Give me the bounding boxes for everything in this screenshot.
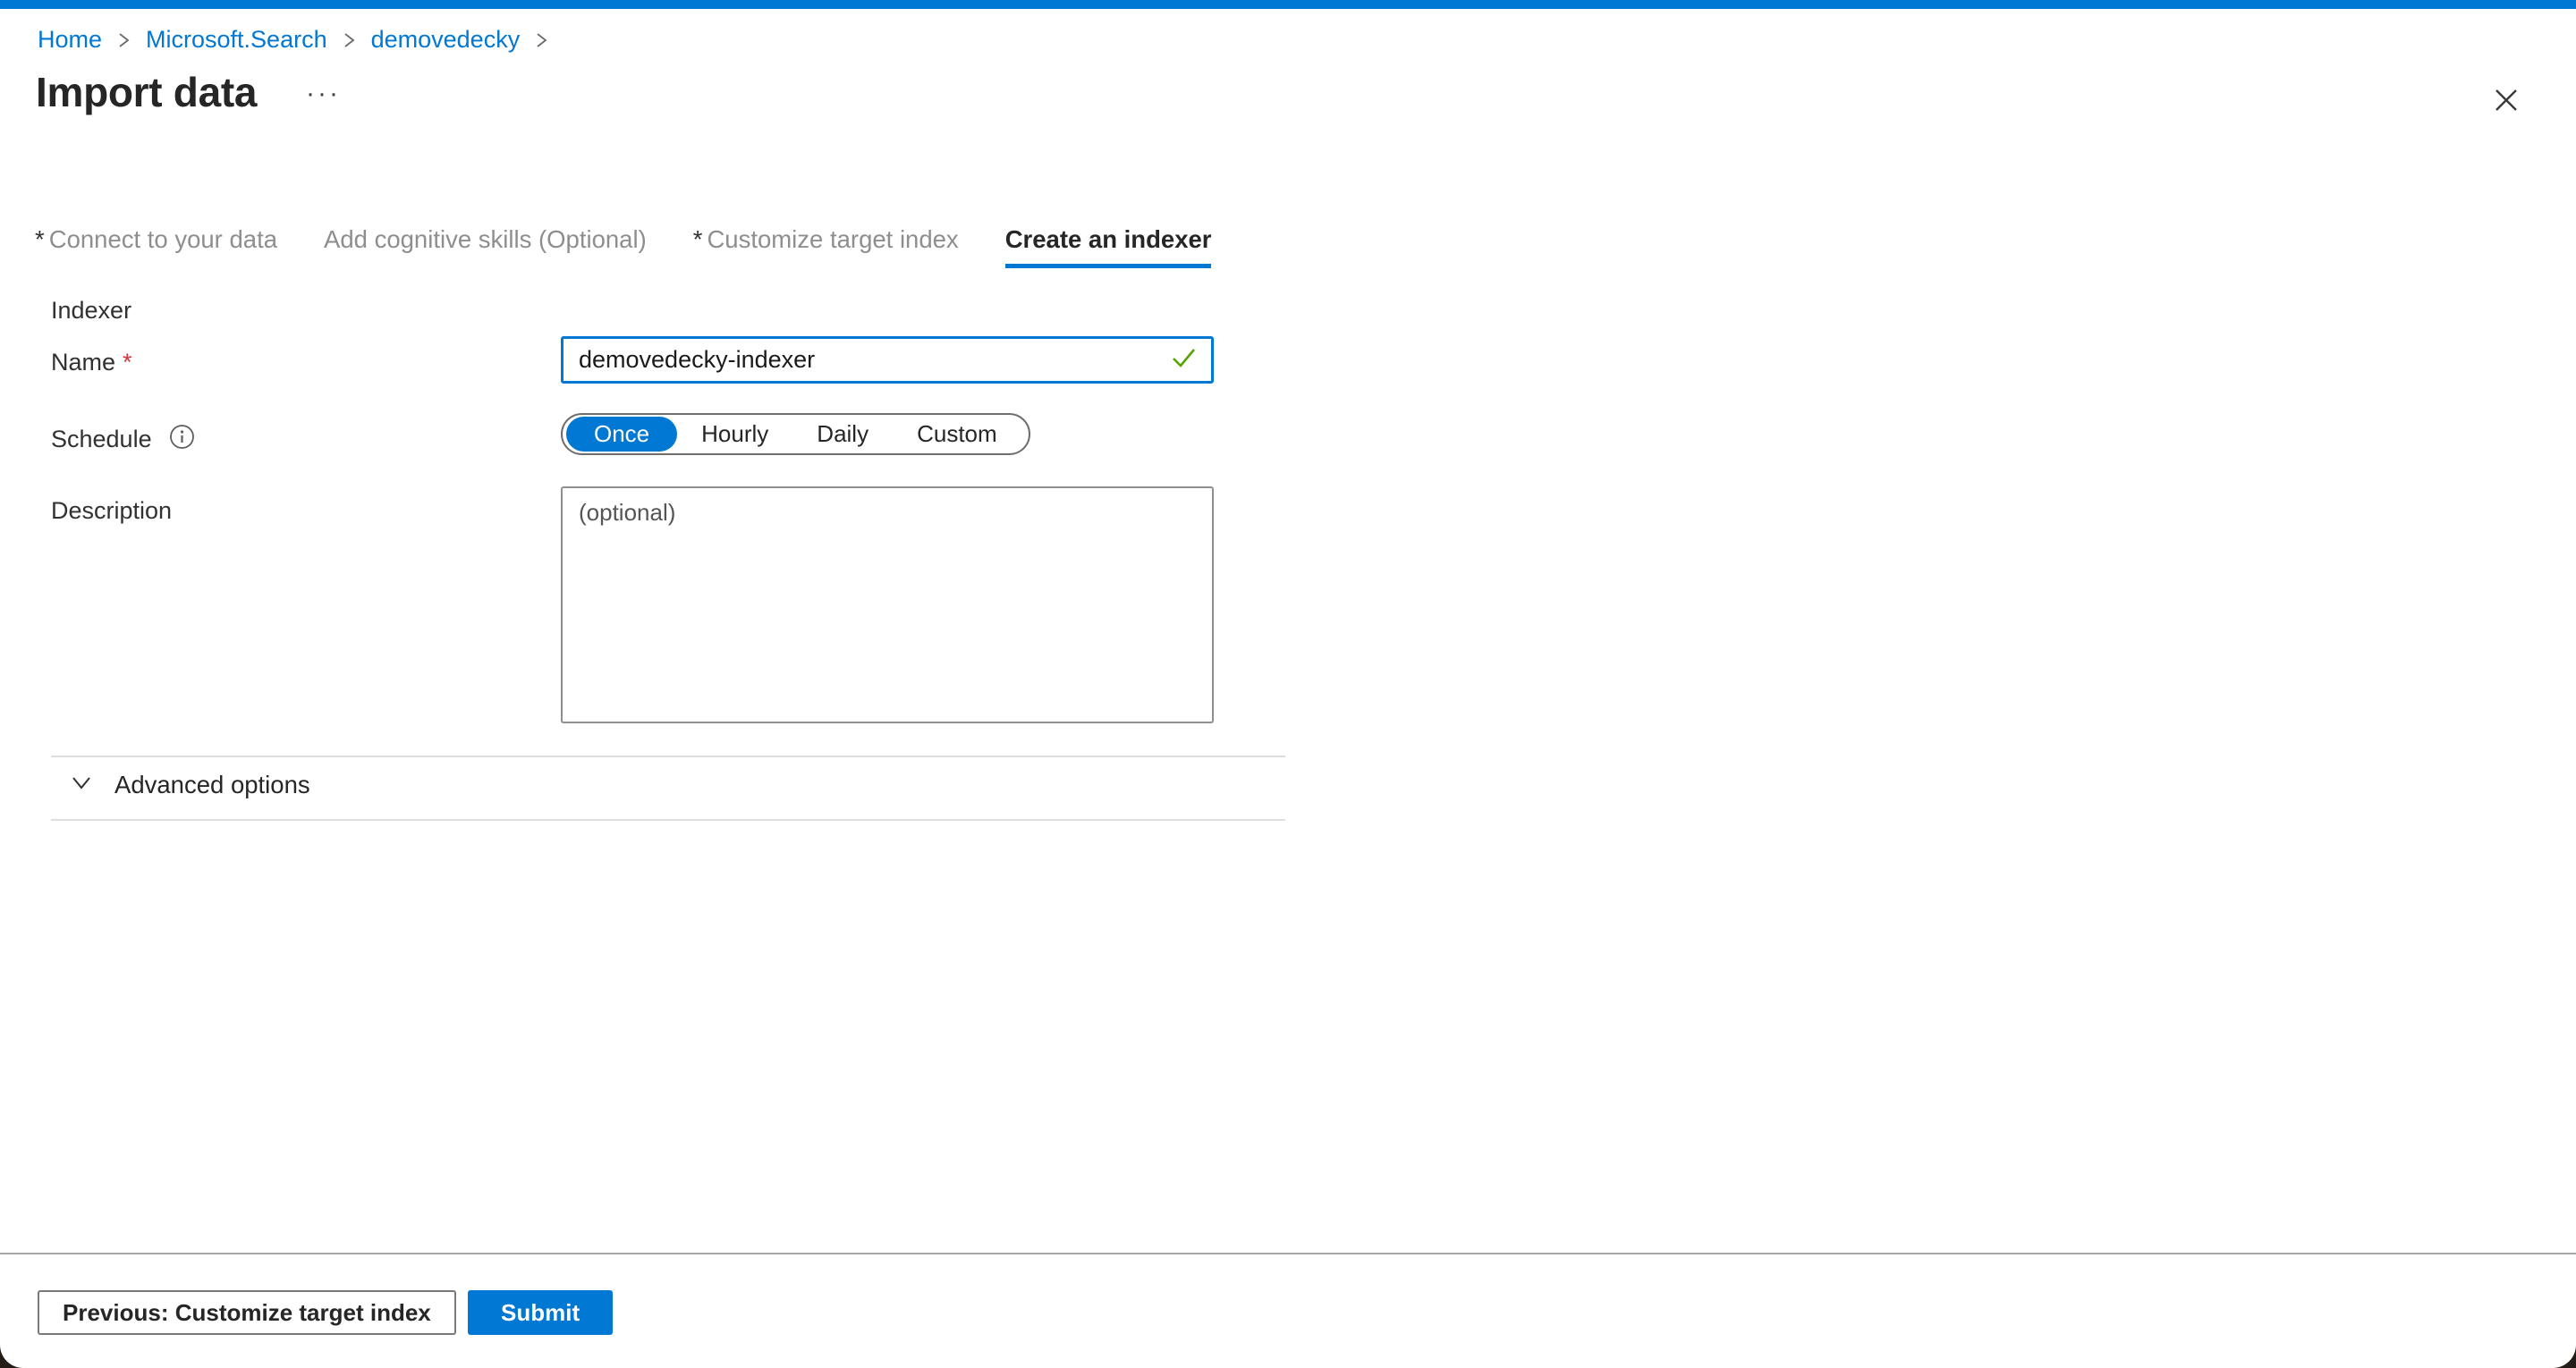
- import-data-panel: Home Microsoft.Search demovedecky Import…: [0, 0, 2576, 1368]
- breadcrumb-home-link[interactable]: Home: [38, 25, 102, 54]
- divider: [51, 819, 1285, 821]
- tab-connect-to-your-data[interactable]: *Connect to your data: [35, 225, 277, 268]
- tab-create-an-indexer[interactable]: Create an indexer: [1005, 225, 1212, 268]
- advanced-options-label: Advanced options: [114, 771, 310, 799]
- schedule-option-once[interactable]: Once: [566, 417, 677, 452]
- close-icon[interactable]: [2488, 82, 2524, 118]
- required-marker: *: [35, 225, 45, 253]
- name-label-text: Name: [51, 349, 115, 376]
- previous-step-button[interactable]: Previous: Customize target index: [38, 1290, 456, 1335]
- indexer-name-input[interactable]: [579, 346, 1159, 374]
- breadcrumb-demovedecky-link[interactable]: demovedecky: [371, 25, 521, 54]
- tab-add-cognitive-skills[interactable]: Add cognitive skills (Optional): [324, 225, 647, 268]
- description-field-label: Description: [51, 497, 172, 525]
- schedule-option-custom[interactable]: Custom: [893, 417, 1021, 452]
- info-icon[interactable]: [169, 424, 195, 454]
- tab-customize-target-index[interactable]: *Customize target index: [693, 225, 959, 268]
- tab-label: Customize target index: [707, 225, 958, 253]
- chevron-right-icon: [343, 30, 356, 50]
- schedule-option-hourly[interactable]: Hourly: [677, 417, 792, 452]
- required-marker: *: [693, 225, 703, 253]
- indexer-name-field: [561, 336, 1214, 384]
- chevron-down-icon: [68, 769, 95, 800]
- required-asterisk: *: [123, 349, 132, 376]
- schedule-field-label: Schedule: [51, 424, 195, 454]
- breadcrumb-microsoft-search-link[interactable]: Microsoft.Search: [146, 25, 327, 54]
- page-title: Import data: [36, 68, 257, 116]
- name-field-label: Name *: [51, 349, 132, 376]
- submit-button[interactable]: Submit: [468, 1290, 613, 1335]
- wizard-tabs: *Connect to your data Add cognitive skil…: [35, 225, 1211, 268]
- indexer-section-label: Indexer: [51, 297, 131, 325]
- advanced-options-toggle[interactable]: Advanced options: [68, 769, 310, 800]
- breadcrumb: Home Microsoft.Search demovedecky: [38, 25, 548, 54]
- divider: [51, 756, 1285, 757]
- more-options-icon[interactable]: ···: [306, 79, 341, 109]
- schedule-option-daily[interactable]: Daily: [792, 417, 893, 452]
- schedule-segmented-control: Once Hourly Daily Custom: [561, 413, 1030, 455]
- tab-label: Connect to your data: [49, 225, 277, 253]
- chevron-right-icon: [117, 30, 131, 50]
- footer-divider: [0, 1253, 2576, 1254]
- chevron-right-icon: [535, 30, 548, 50]
- portal-top-accent-bar: [0, 0, 2576, 9]
- tab-label: Create an indexer: [1005, 225, 1212, 253]
- tab-label: Add cognitive skills (Optional): [324, 225, 647, 253]
- description-textarea[interactable]: [561, 486, 1214, 723]
- schedule-label-text: Schedule: [51, 426, 152, 453]
- valid-check-icon: [1168, 342, 1199, 377]
